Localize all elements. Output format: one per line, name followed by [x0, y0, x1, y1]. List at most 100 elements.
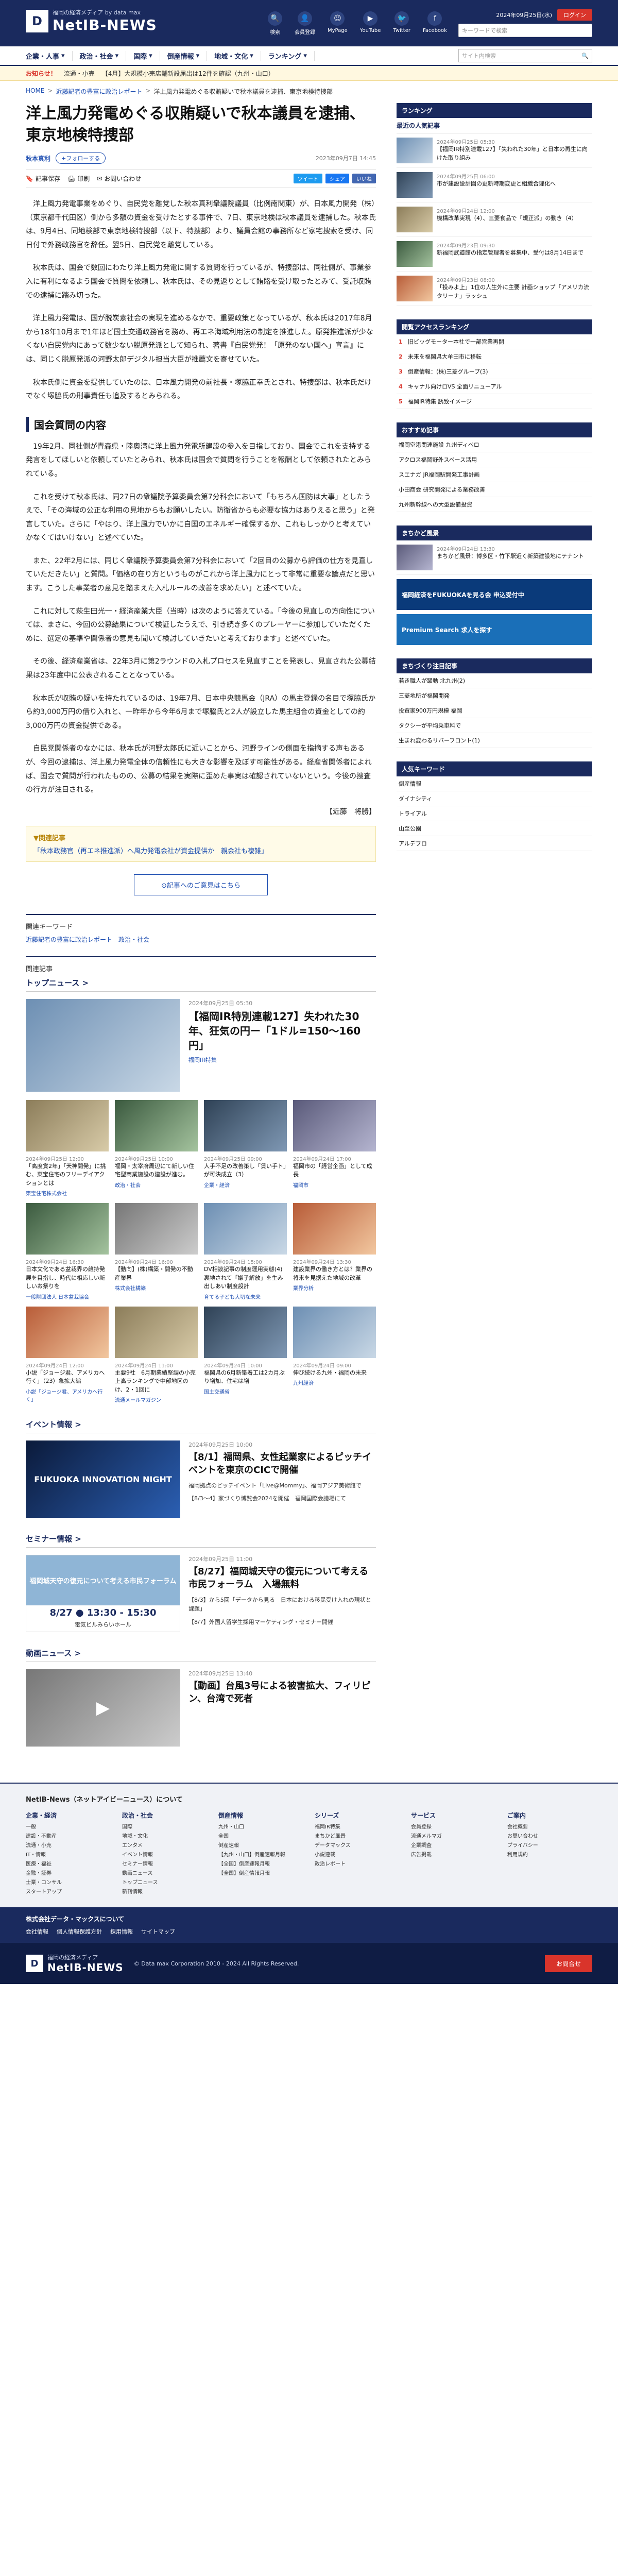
ranking-item[interactable]: 2024年09月25日 05:30 【福岡IR特別連載127】「失われた30年」と…	[397, 133, 592, 168]
footer-link[interactable]: セミナー情報	[122, 1860, 207, 1869]
events-heading[interactable]: イベント情報 >	[26, 1419, 376, 1434]
pickup-item[interactable]: 生まれ変わるリバーフロント(1)	[397, 733, 592, 748]
footer-link[interactable]: 動画ニュース	[122, 1869, 207, 1878]
keyword-link[interactable]: 政治・社会	[118, 935, 149, 944]
user-add-button[interactable]: 👤 会員登録	[295, 11, 315, 36]
footer-link[interactable]: 福岡IR特集	[315, 1823, 400, 1832]
footer-link[interactable]: 小説連載	[315, 1851, 400, 1860]
news-card[interactable]: 2024年09月24日 10:00 福岡県の6月新築着工は2カ月ぶり増加、住宅は増…	[204, 1306, 287, 1404]
access-ranking-item[interactable]: 4 キャナル向けロVS 全面リニューアル	[397, 379, 592, 394]
pickup-item[interactable]: 若き職人が躍動 北九州(2)	[397, 673, 592, 688]
footer-link[interactable]: 新刊情報	[122, 1888, 207, 1897]
job-search-banner[interactable]: Premium Search 求人を探す	[397, 614, 592, 645]
footer-link[interactable]: 地域・文化	[122, 1832, 207, 1841]
footer-link[interactable]: 利用規約	[507, 1851, 592, 1860]
gnav-search-input[interactable]: サイト内検索 🔍	[458, 49, 592, 62]
footer-link[interactable]: 一般	[26, 1823, 111, 1832]
footer-link[interactable]: 国際	[122, 1823, 207, 1832]
event-sub[interactable]: 【8/3〜4】家づくり博覧会2024を開催 福岡国際会議場にて	[188, 1494, 376, 1503]
contact-footer-button[interactable]: お問合せ	[544, 1955, 592, 1972]
news-card-tag[interactable]: 流通メールマガジン	[115, 1396, 198, 1403]
news-card-tag[interactable]: 福岡市	[293, 1181, 376, 1189]
news-card-tag[interactable]: 九州経済	[293, 1379, 376, 1386]
footer-link[interactable]: 流通・小売	[26, 1841, 111, 1851]
news-card[interactable]: 2024年09月24日 11:00 主要9社 6月期業績堅調の小売上高ランキングで…	[115, 1306, 198, 1403]
contact-button[interactable]: ✉ お問い合わせ	[97, 174, 141, 183]
footer-link[interactable]: 【全国】倒産速報月報	[218, 1860, 303, 1869]
footer-link[interactable]: 医療・福祉	[26, 1860, 111, 1869]
company-link[interactable]: 個人情報保護方針	[57, 1927, 102, 1936]
print-button[interactable]: 🖨 印刷	[67, 174, 90, 183]
footer-link[interactable]: トップニュース	[122, 1878, 207, 1888]
ranking-item[interactable]: 2024年09月24日 12:00 機構改革実現（4）、三菱食品で「規正派」の動き…	[397, 202, 592, 237]
footer-column-heading[interactable]: サービス	[411, 1811, 496, 1820]
nav-item-0[interactable]: 企業・人事 ▾	[26, 50, 73, 61]
recommend-item[interactable]: スエナガ JR福岡駅開発工事計画	[397, 467, 592, 482]
keyword-link[interactable]: 近藤記者の豊富に政治レポート	[26, 935, 112, 944]
ranking-item[interactable]: 2024年09月25日 06:00 市が建設設計図の更新時期変更と組織合理化へ	[397, 168, 592, 202]
nav-item-1[interactable]: 政治・社会 ▾	[73, 50, 127, 61]
news-card-tag[interactable]: 育てる子ども大切な未来	[204, 1293, 287, 1300]
news-card-tag[interactable]: 小説「ジョージ君、アメリカへ行く」	[26, 1387, 109, 1403]
footer-link[interactable]: 士業・コンサル	[26, 1878, 111, 1888]
pickup-item[interactable]: タクシーが平均乗車料で	[397, 718, 592, 733]
news-card[interactable]: 2024年09月24日 17:00 福岡市の「経営企画」として成長 福岡市	[293, 1099, 376, 1197]
header-search-input[interactable]: キーワードで検索	[458, 24, 592, 37]
feature-article[interactable]: 2024年09月25日 05:30 【福岡IR特別連載127】失われた30年、狂…	[26, 998, 376, 1092]
top-news-heading[interactable]: トップニュース >	[26, 977, 376, 992]
news-card[interactable]: 2024年09月24日 16:00 【動向】(株)構築・開発の不動産業界 株式会社構…	[115, 1203, 198, 1300]
breadcrumb-home[interactable]: HOME	[26, 87, 44, 96]
news-card[interactable]: 2024年09月24日 12:00 小説「ジョージ君、アメリカへ行く」（23）急拡…	[26, 1306, 109, 1404]
company-link[interactable]: 採用情報	[110, 1927, 133, 1936]
like-button[interactable]: いいね	[352, 174, 376, 183]
keyword-item[interactable]: ダイナシティ	[397, 791, 592, 806]
footer-link[interactable]: 流通メルマガ	[411, 1832, 496, 1841]
news-card-tag[interactable]: 業界分析	[293, 1284, 376, 1292]
footer-link[interactable]: 【九州・山口】倒産速報月報	[218, 1851, 303, 1860]
news-card-tag[interactable]: 東宝住宅株式会社	[26, 1189, 109, 1197]
footer-column-heading[interactable]: 政治・社会	[122, 1811, 207, 1820]
recommend-item[interactable]: 九州新幹線への大型設備投資	[397, 497, 592, 512]
ranking-item[interactable]: 2024年09月23日 09:30 新福岡武道館の指定管理者を募集中、受付は8月1…	[397, 237, 592, 272]
promo-banner[interactable]: 福岡経済をFUKUOKAを見る会 申込受付中	[397, 579, 592, 610]
seminar-sub[interactable]: 【8/3】から5回「データから見る 日本における移民受け入れの現状と課題」	[188, 1596, 376, 1614]
site-logo[interactable]: D 福岡の経済メディア by data max NetIB-NEWS	[26, 8, 157, 33]
news-card[interactable]: 2024年09月24日 16:30 日本文化である盆栽界の維持発展を目指し、時代に…	[26, 1203, 109, 1300]
seminar-heading[interactable]: セミナー情報 >	[26, 1533, 376, 1548]
footer-link[interactable]: 九州・山口	[218, 1823, 303, 1832]
seminar-item[interactable]: 福岡城天守の復元について考える市民フォーラム 8/27 ● 13:30 - 15…	[26, 1555, 376, 1633]
company-link[interactable]: 会社情報	[26, 1927, 48, 1936]
footer-link[interactable]: 政治レポート	[315, 1860, 400, 1869]
recommend-item[interactable]: 福岡空港関連施設 九州ディベロ	[397, 437, 592, 452]
feedback-button[interactable]: ⊙記事へのご意見はこちら	[134, 874, 268, 895]
save-button[interactable]: 🔖 記事保存	[26, 174, 60, 183]
footer-link[interactable]: プライバシー	[507, 1841, 592, 1851]
youtube-button[interactable]: ▶ YouTube	[360, 11, 381, 36]
ranking-item[interactable]: 2024年09月23日 08:00 「投みよ上」1位の人生外に主要 計画ショップ「…	[397, 272, 592, 306]
ticker-item[interactable]: 流通・小売	[64, 69, 95, 78]
video-heading[interactable]: 動画ニュース >	[26, 1648, 376, 1663]
keyword-item[interactable]: トライアル	[397, 806, 592, 821]
news-card[interactable]: 2024年09月24日 13:30 建設業界の働き方とは？業界の将来を見据えた地域…	[293, 1203, 376, 1300]
event-item[interactable]: FUKUOKA INNOVATION NIGHT 2024年09月25日 10:…	[26, 1440, 376, 1518]
footer-link[interactable]: 会員登録	[411, 1823, 496, 1832]
footer-link[interactable]: 全国	[218, 1832, 303, 1841]
keyword-item[interactable]: アルデプロ	[397, 836, 592, 851]
footer-link[interactable]: まちかど風景	[315, 1832, 400, 1841]
recommend-item[interactable]: 小田商会 研究開発による業務改善	[397, 482, 592, 497]
footer-link[interactable]: IT・情報	[26, 1851, 111, 1860]
nav-item-2[interactable]: 国際 ▾	[126, 50, 160, 61]
footer-link[interactable]: エンタメ	[122, 1841, 207, 1851]
nav-item-5[interactable]: ランキング ▾	[261, 50, 315, 61]
twitter-button[interactable]: 🐦 Twitter	[393, 11, 410, 36]
search-button[interactable]: 🔍 検索	[268, 11, 282, 36]
footer-link[interactable]: スタートアップ	[26, 1888, 111, 1897]
footer-link[interactable]: データマックス	[315, 1841, 400, 1851]
breadcrumb-category[interactable]: 近藤記者の豊富に政治レポート	[56, 87, 142, 96]
mypage-button[interactable]: ☺ MyPage	[328, 11, 348, 36]
login-button[interactable]: ログイン	[557, 9, 592, 21]
ticker-item[interactable]: 【4月】大規模小売店舗新設届出は12件を確認（九州・山口）	[102, 69, 274, 78]
keyword-item[interactable]: 倒産情報	[397, 776, 592, 791]
footer-column-heading[interactable]: 倒産情報	[218, 1811, 303, 1820]
recommend-item[interactable]: アクロス福岡野外スペース活用	[397, 452, 592, 467]
